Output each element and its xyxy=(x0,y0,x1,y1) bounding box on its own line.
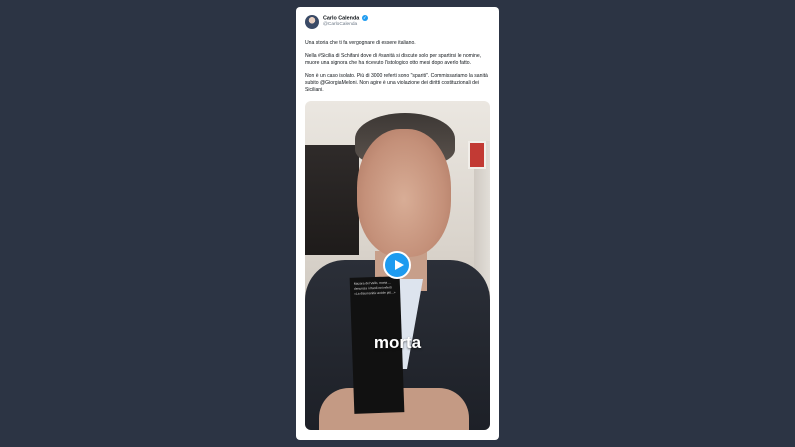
avatar[interactable] xyxy=(305,15,319,29)
background-monitor xyxy=(305,145,359,255)
speaker-face xyxy=(357,129,451,257)
author-name-line[interactable]: Carlo Calenda ✓ xyxy=(323,15,368,21)
play-icon[interactable] xyxy=(383,251,411,279)
video-player[interactable]: Mazara del Vallo, morta ... denuncia i r… xyxy=(305,101,490,430)
tweet-paragraph-3: Non è un caso isolato. Più di 3000 refer… xyxy=(305,73,488,93)
tweet-paragraph-1: Una storia che ti fa vergognare di esser… xyxy=(305,40,416,46)
tweet-text: Una storia che ti fa vergognare di esser… xyxy=(305,40,490,100)
background-frame xyxy=(468,141,486,169)
video-caption-overlay: morta xyxy=(373,333,422,352)
author-name[interactable]: Carlo Calenda xyxy=(323,15,359,21)
verified-badge-icon: ✓ xyxy=(361,15,368,21)
tweet-header: Carlo Calenda ✓ @CarloCalenda xyxy=(305,15,491,33)
tweet-paragraph-2: Nella #Sicilia di Schifani dove di #sani… xyxy=(305,53,482,66)
tweet-card: Carlo Calenda ✓ @CarloCalenda Una storia… xyxy=(296,7,499,440)
author-handle[interactable]: @CarloCalenda xyxy=(323,22,357,27)
phone-screen-line: «La disumanità uccide più...» xyxy=(354,290,396,296)
